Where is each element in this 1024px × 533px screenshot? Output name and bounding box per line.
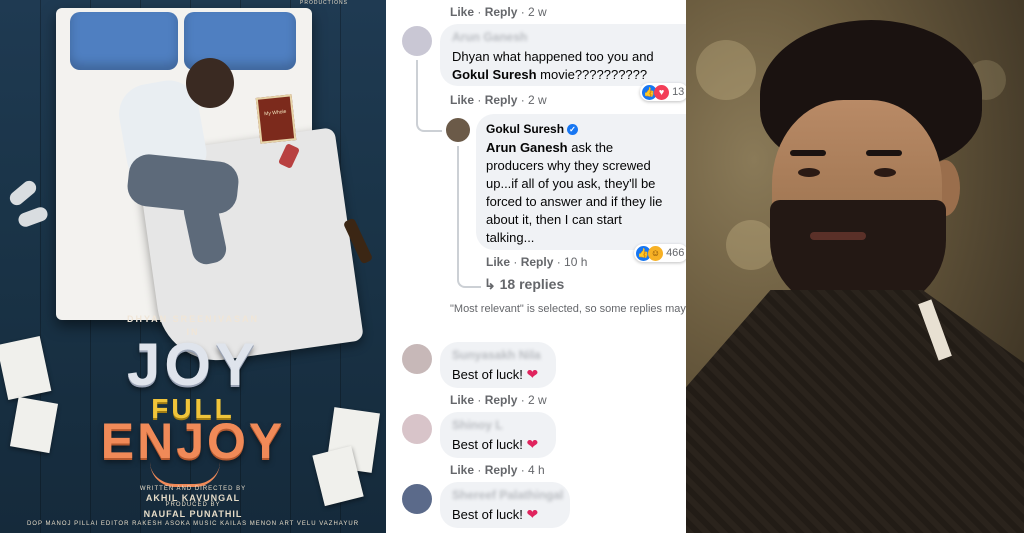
crew-credits: DOP MANOJ PILLAI EDITOR RAKESH ASOKA MUS… (26, 521, 360, 527)
care-reaction-icon: ☺ (648, 245, 663, 261)
comment-time[interactable]: 2 w (528, 93, 547, 107)
director-credit: WRITTEN AND DIRECTED BY AKHIL KAVUNGAL (0, 486, 386, 503)
reply-link[interactable]: Reply (485, 393, 518, 407)
reply-link[interactable]: Reply (485, 93, 518, 107)
mention-text[interactable]: Gokul Suresh (452, 67, 537, 82)
comment-text: Best of luck! ❤ (440, 504, 570, 524)
love-reaction-icon: ♥ (654, 84, 669, 100)
comment-bubble: Arun Ganesh Dhyan what happened too you … (440, 24, 686, 86)
movie-poster: PRODUCTIONS My Whole DHYAN SREENIVASAN I… (0, 0, 386, 533)
portrait-eye (874, 168, 896, 177)
comment-time[interactable]: 10 h (564, 255, 587, 269)
comment-actions: Like · Reply · 2 w (450, 393, 547, 407)
replies-count: 18 replies (499, 276, 565, 292)
avatar[interactable] (402, 414, 432, 444)
reply-link[interactable]: Reply (485, 5, 518, 19)
comment-bubble: Shinoy L Best of luck! ❤ (440, 412, 556, 458)
comment-time[interactable]: 4 h (528, 463, 545, 477)
reaction-count: 13 (672, 86, 685, 98)
view-replies-link[interactable]: ↳ 18 replies (484, 276, 564, 293)
comment-text-part: Best of luck! (452, 367, 523, 382)
comment-bubble: Shereef Palathingal Best of luck! ❤ (440, 482, 570, 528)
comment-time[interactable]: 2 w (528, 393, 547, 407)
studio-logo: PRODUCTIONS (300, 0, 348, 6)
reaction-summary[interactable]: 👍 ♥ 13 (640, 83, 689, 101)
avatar[interactable] (446, 118, 470, 142)
book-on-bed: My Whole (255, 94, 297, 144)
mention-text[interactable]: Arun Ganesh (486, 140, 568, 155)
portrait-eye (798, 168, 820, 177)
producer-credit: PRODUCED BY NAUFAL PUNATHIL (0, 502, 386, 519)
thread-line (457, 146, 459, 256)
comment-text: Best of luck! ❤ (440, 364, 556, 384)
shoe-left (7, 177, 39, 209)
thread-connector (416, 96, 442, 132)
comment-actions: Like · Reply · 2 w (450, 93, 547, 107)
comment-text: Arun Ganesh ask the producers why they s… (476, 138, 682, 247)
portrait-mouth (810, 232, 866, 240)
avatar[interactable] (402, 344, 432, 374)
comment-text: Dhyan what happened too you and Gokul Su… (440, 46, 686, 84)
like-link[interactable]: Like (450, 93, 474, 107)
comment-author[interactable]: Gokul Suresh (486, 122, 564, 136)
heart-emoji-icon: ❤ (526, 366, 539, 382)
comment-text-part: Dhyan what happened too you and (452, 49, 654, 64)
heart-emoji-icon: ❤ (526, 506, 539, 522)
comment-actions: Like · Reply · 2 w (450, 5, 547, 19)
relevance-note: "Most relevant" is selected, so some rep… (450, 303, 798, 315)
like-link[interactable]: Like (450, 393, 474, 407)
comment-actions: Like · Reply · 4 h (450, 463, 545, 477)
verified-badge-icon: ✓ (567, 124, 579, 136)
comment-author[interactable]: Sunyasakh Nila (440, 342, 556, 364)
shoe-right (16, 205, 50, 229)
comment-author[interactable]: Shinoy L (440, 412, 556, 434)
reaction-summary[interactable]: 👍 ☺ 466 (634, 244, 689, 262)
comment-text-part: Best of luck! (452, 507, 523, 522)
thread-line (416, 60, 418, 96)
producer-name: NAUFAL PUNATHIL (143, 509, 243, 519)
book-title: My Whole (263, 108, 287, 118)
comment-time[interactable]: 2 w (528, 5, 547, 19)
portrait-brow (866, 150, 902, 156)
comment-actions: Like · Reply · 10 h (486, 255, 588, 269)
like-link[interactable]: Like (486, 255, 510, 269)
thread-connector (457, 256, 481, 288)
title-smile (150, 462, 220, 487)
pillow-left (70, 12, 178, 70)
comment-bubble: Sunyasakh Nila Best of luck! ❤ (440, 342, 556, 388)
director-label: WRITTEN AND DIRECTED BY (139, 486, 247, 492)
like-link[interactable]: Like (450, 5, 474, 19)
comment-text-part: ask the producers why they screwed up...… (486, 140, 663, 245)
reply-link[interactable]: Reply (485, 463, 518, 477)
like-link[interactable]: Like (450, 463, 474, 477)
avatar[interactable] (402, 484, 432, 514)
comment-author[interactable]: Arun Ganesh (440, 24, 686, 46)
heart-emoji-icon: ❤ (526, 436, 539, 452)
avatar[interactable] (402, 26, 432, 56)
portrait-brow (790, 150, 826, 156)
reply-link[interactable]: Reply (521, 255, 554, 269)
producer-label: PRODUCED BY (165, 502, 221, 508)
comment-bubble: Gokul Suresh ✓ Arun Ganesh ask the produc… (476, 114, 686, 250)
comment-text-part: Best of luck! (452, 437, 523, 452)
reply-arrow-icon: ↳ (484, 276, 496, 292)
comment-text-part: movie?????????? (536, 67, 648, 82)
actor-credit: DHYAN SREENIVASAN (126, 314, 260, 324)
comment-author-row: Gokul Suresh ✓ (476, 114, 686, 138)
comment-author[interactable]: Shereef Palathingal (440, 482, 570, 504)
comment-text: Best of luck! ❤ (440, 434, 556, 454)
reaction-count: 466 (666, 247, 685, 259)
sleeper-head (186, 58, 234, 108)
title-joy: JOY (126, 331, 260, 398)
